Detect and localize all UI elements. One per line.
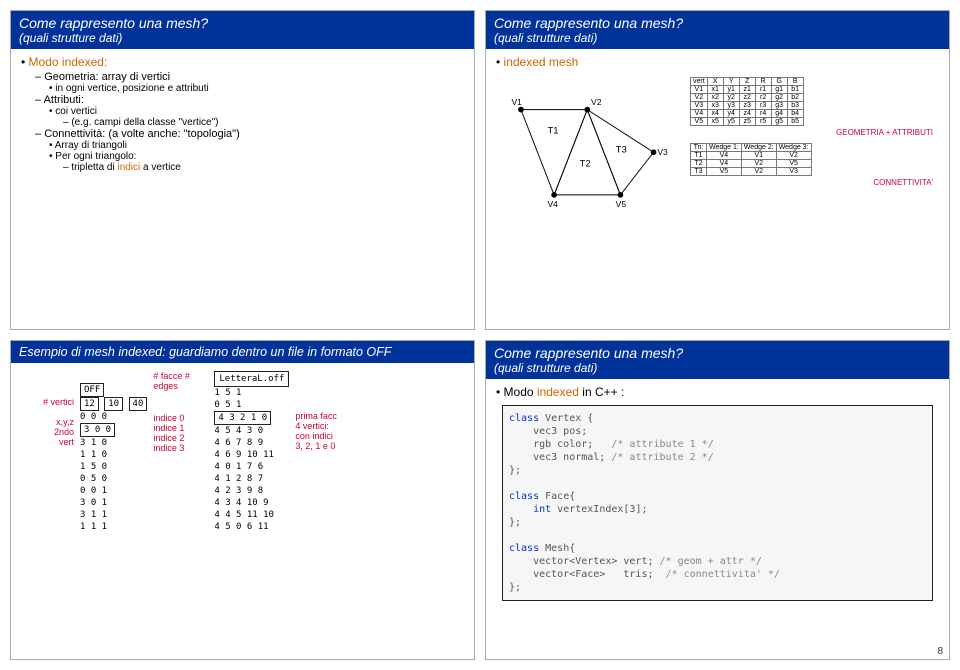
conn-sub1: Array di triangoli: [49, 140, 464, 151]
slide-header: Come rappresento una mesh? (quali strutt…: [486, 341, 949, 379]
slide3-body: # vertici x,y,z 2ndo vert OFF 12 10 40 0…: [11, 363, 474, 541]
slide1-body: Modo indexed: Geometria: array di vertic…: [11, 49, 474, 179]
slide-subtitle: (quali strutture dati): [494, 31, 941, 45]
annot-mid: # facce # edges indice 0 indice 1 indice…: [153, 371, 208, 453]
slide-header: Come rappresento una mesh? (quali strutt…: [11, 11, 474, 49]
annot-right: prima facc 4 vertici: con indici 3, 2, 1…: [295, 371, 355, 451]
slide4-body: Modo indexed in C++ : class Vertex { vec…: [486, 379, 949, 613]
geom: Geometria: array di vertici: [35, 71, 464, 83]
slide-title: Come rappresento una mesh?: [494, 15, 941, 31]
geom-sub1: in ogni vertice, posizione e attributi: [49, 83, 464, 94]
svg-text:T3: T3: [616, 144, 627, 155]
slide3-title: Esempio di mesh indexed: guardiamo dentr…: [19, 345, 466, 359]
slide-title: Come rappresento una mesh?: [19, 15, 466, 31]
svg-text:V2: V2: [591, 97, 602, 107]
conn-sub3: tripletta di indici a vertice: [63, 162, 464, 173]
slide-indexed-mesh: Come rappresento una mesh? (quali strutt…: [485, 10, 950, 330]
b1-indexed-mesh: indexed mesh: [496, 55, 939, 69]
tri-table: Tri:Wedge 1:Wedge 2:Wedge 3:T1V4V1V2T2V4…: [690, 143, 812, 176]
slide-title: Come rappresento una mesh?: [494, 345, 941, 361]
vertex-table: vertXYZRGBV1x1y1z1r1g1b1V2x2y2z2r2g2b2V3…: [690, 77, 804, 126]
svg-text:T1: T1: [547, 125, 558, 136]
svg-text:V5: V5: [616, 199, 627, 209]
code-box: class Vertex { vec3 pos; rgb color; /* a…: [502, 405, 933, 601]
slide-header: Come rappresento una mesh? (quali strutt…: [486, 11, 949, 49]
conn: Connettività: (a volte anche: "topologia…: [35, 128, 464, 140]
code-block: class Vertex { vec3 pos; rgb color; /* a…: [509, 412, 926, 594]
attr: Attributi:: [35, 94, 464, 106]
mesh-diagram: V1 V2 V3 V4 V5 T1 T2 T3: [502, 77, 682, 237]
slide-off-file: Esempio di mesh indexed: guardiamo dentr…: [10, 340, 475, 660]
page-number: 8: [937, 646, 943, 657]
slide2-body: indexed mesh V1 V2 V3 V4 V5 T1 T2 T3 ver…: [486, 49, 949, 249]
slide-cpp: Come rappresento una mesh? (quali strutt…: [485, 340, 950, 660]
svg-text:V1: V1: [511, 97, 522, 107]
tables: vertXYZRGBV1x1y1z1r1g1b1V2x2y2z2r2g2b2V3…: [690, 77, 933, 237]
svg-text:V4: V4: [547, 199, 558, 209]
b1-cpp: Modo indexed in C++ :: [496, 385, 939, 399]
slide-indexed-modo: Come rappresento una mesh? (quali strutt…: [10, 10, 475, 330]
conn-label: CONNETTIVITA': [690, 178, 933, 187]
slide-header: Esempio di mesh indexed: guardiamo dentr…: [11, 341, 474, 363]
svg-text:T2: T2: [580, 158, 591, 169]
annot-left: # vertici x,y,z 2ndo vert: [19, 371, 74, 447]
attr-sub1: coi vertici: [49, 106, 464, 117]
geom-label: GEOMETRIA + ATTRIBUTI: [690, 128, 933, 137]
conn-sub2: Per ogni triangolo:: [49, 151, 464, 162]
slide-subtitle: (quali strutture dati): [19, 31, 466, 45]
verts-column: OFF 12 10 40 0 0 03 0 03 1 01 1 01 5 00 …: [80, 371, 147, 533]
slide-subtitle: (quali strutture dati): [494, 361, 941, 375]
svg-text:V3: V3: [657, 147, 668, 157]
attr-sub2: (e.g. campi della classe "vertice"): [63, 117, 464, 128]
b1: Modo indexed:: [21, 55, 464, 69]
faces-column: LetteraL.off 1 5 10 5 14 3 2 1 04 5 4 3 …: [214, 371, 289, 533]
